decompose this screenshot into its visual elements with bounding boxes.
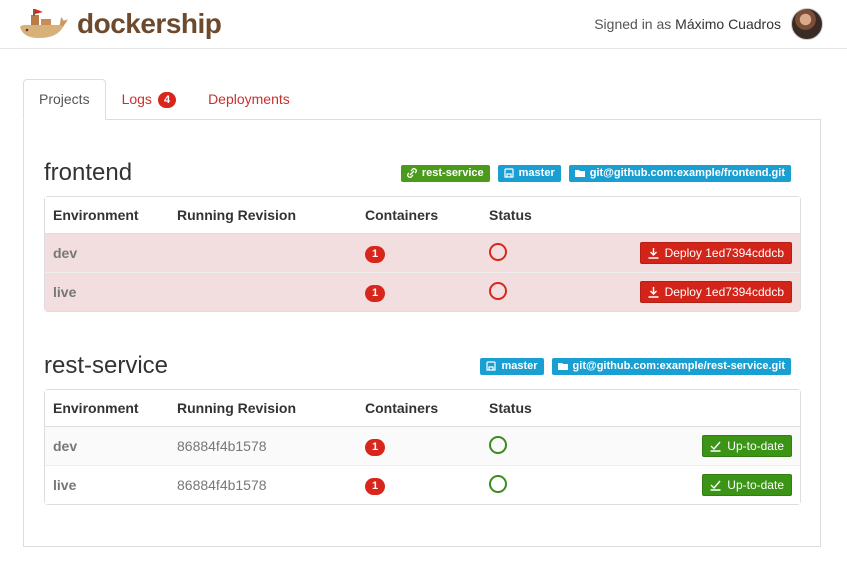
label-text: master [518,166,555,179]
deploy-button[interactable]: Deploy 1ed7394cddcb [639,242,792,264]
brand-name: dockership [77,8,222,39]
logs-count-badge: 4 [157,91,177,108]
project-labels: master git@github.com:example/rest-servi… [480,357,791,375]
status-cell [481,427,577,465]
whale-logo-icon [17,5,69,44]
project-title: rest-service [44,352,169,379]
top-navbar: dockership Signed in as Máximo Cuadros [0,0,847,49]
status-ok-icon [489,435,507,454]
containers-cell: 1 [357,465,481,504]
up-to-date-button[interactable]: Up-to-date [702,435,792,457]
containers-cell: 1 [357,234,481,272]
status-cell [481,234,577,272]
main-content: Projects Logs 4 Deployments frontend res… [23,79,821,547]
button-label: Deploy 1ed7394cddcb [664,246,784,260]
project-title: frontend [44,159,133,186]
deploy-button[interactable]: Deploy 1ed7394cddcb [639,281,792,303]
signed-in-prefix: Signed in as [594,16,672,32]
col-actions [577,197,800,234]
folder-icon [557,363,568,370]
tab-logs[interactable]: Logs 4 [106,79,192,120]
table-row: dev 1 Deploy 1ed7394cddcb [45,234,800,272]
label-text: git@github.com:example/rest-service.git [572,359,785,372]
status-ok-icon [489,474,507,493]
table-header-row: Environment Running Revision Containers … [45,197,800,234]
action-cell: Up-to-date [577,427,800,465]
repo-label[interactable]: git@github.com:example/rest-service.git [551,357,791,375]
env-name: live [45,465,169,504]
button-label: Up-to-date [727,478,784,492]
branch-label[interactable]: master [497,164,561,182]
tab-deployments[interactable]: Deployments [192,79,306,120]
col-status: Status [481,390,577,427]
up-to-date-button[interactable]: Up-to-date [702,474,792,496]
label-text: master [501,359,538,372]
tab-projects[interactable]: Projects [23,79,106,120]
running-revision: 86884f4b1578 [169,427,357,465]
branch-icon [486,361,497,371]
user-name[interactable]: Máximo Cuadros [675,16,781,32]
containers-badge: 1 [365,284,386,302]
col-revision: Running Revision [169,390,357,427]
deploy-icon [648,247,659,259]
project-rest-service: rest-service master git@github.com:examp… [44,350,801,505]
brand[interactable]: dockership [17,5,222,44]
env-name: dev [45,234,169,272]
tab-bar: Projects Logs 4 Deployments [23,79,821,120]
env-name: dev [45,427,169,465]
button-label: Up-to-date [727,439,784,453]
check-icon [710,441,721,452]
check-icon [710,480,721,491]
deploy-icon [648,286,659,298]
col-containers: Containers [357,197,481,234]
containers-cell: 1 [357,427,481,465]
link-icon [406,168,417,178]
containers-cell: 1 [357,272,481,311]
folder-icon [574,170,585,177]
running-revision: 86884f4b1578 [169,465,357,504]
avatar[interactable] [791,8,823,40]
col-status: Status [481,197,577,234]
signed-in-label: Signed in as Máximo Cuadros [594,16,781,32]
environments-table: Environment Running Revision Containers … [44,389,801,505]
tab-label: Projects [39,91,90,107]
label-text: git@github.com:example/frontend.git [589,166,785,179]
containers-badge: 1 [365,477,386,495]
containers-badge: 1 [365,245,386,263]
projects-panel: frontend rest-service master git@github.… [23,119,821,547]
col-actions [577,390,800,427]
label-text: rest-service [421,166,484,179]
containers-badge: 1 [365,438,386,456]
col-environment: Environment [45,197,169,234]
status-cell [481,465,577,504]
button-label: Deploy 1ed7394cddcb [664,285,784,299]
running-revision [169,234,357,272]
action-cell: Up-to-date [577,465,800,504]
table-row: live 86884f4b1578 1 Up-to-date [45,465,800,504]
branch-icon [504,168,514,178]
env-name: live [45,272,169,311]
environments-table: Environment Running Revision Containers … [44,196,801,312]
dependency-label[interactable]: rest-service [400,164,490,182]
status-cell [481,272,577,311]
col-revision: Running Revision [169,197,357,234]
branch-label[interactable]: master [480,357,544,375]
running-revision [169,272,357,311]
user-area: Signed in as Máximo Cuadros [594,8,823,40]
repo-label[interactable]: git@github.com:example/frontend.git [568,164,791,182]
tab-label: Deployments [208,91,290,107]
action-cell: Deploy 1ed7394cddcb [577,272,800,311]
project-labels: rest-service master git@github.com:examp… [400,164,791,182]
project-frontend: frontend rest-service master git@github.… [44,157,801,312]
table-header-row: Environment Running Revision Containers … [45,390,800,427]
table-row: dev 86884f4b1578 1 Up-to-date [45,427,800,465]
tab-label: Logs [121,91,152,107]
status-error-icon [489,242,507,261]
action-cell: Deploy 1ed7394cddcb [577,234,800,272]
status-error-icon [489,281,507,300]
table-row: live 1 Deploy 1ed7394cddcb [45,272,800,311]
col-environment: Environment [45,390,169,427]
col-containers: Containers [357,390,481,427]
